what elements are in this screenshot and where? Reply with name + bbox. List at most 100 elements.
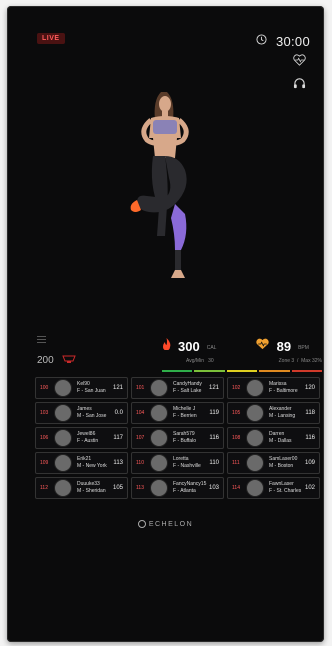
- avatar: [246, 429, 264, 447]
- rider-score: 0.0: [114, 410, 123, 416]
- calorie-metric: 300 CAL Avg/Min 30: [162, 337, 216, 364]
- avatar: [54, 454, 72, 472]
- bpm-value: 89: [276, 338, 292, 354]
- avatar: [150, 479, 168, 497]
- rider-location: M - Lansing: [269, 413, 296, 419]
- leaderboard-card[interactable]: 113 FancyNancy15 F - Atlanta 103: [131, 477, 224, 499]
- rider-name: Erik21: [77, 456, 92, 462]
- leaderboard-card[interactable]: 108 Darren M - Dallas 116: [227, 427, 320, 449]
- zone-segment: [259, 370, 290, 372]
- leaderboard-rank: 101: [136, 385, 145, 391]
- rider-info: Jewel86 F - Austin: [77, 431, 113, 445]
- rider-score: 120: [304, 385, 315, 391]
- leaderboard-rank: 102: [232, 385, 241, 391]
- leaderboard-rank: 109: [40, 460, 49, 466]
- rider-info: CandyHandy F - Salt Lake: [173, 381, 209, 395]
- leaderboard-card[interactable]: 103 James M - San Jose 0.0: [35, 402, 128, 424]
- rider-info: Darren M - Dallas: [269, 431, 305, 445]
- rider-score: 119: [209, 410, 219, 416]
- rider-score: 105: [112, 485, 123, 491]
- rider-name: SamLaser00: [269, 456, 298, 462]
- calorie-unit: CAL: [206, 345, 217, 351]
- rider-name: James: [77, 406, 92, 412]
- leaderboard-rank: 104: [136, 410, 145, 416]
- rider-name: Alexander: [269, 406, 292, 412]
- rider-name: Duuuke33: [77, 481, 100, 487]
- clock-icon: [256, 32, 267, 50]
- leaderboard-card[interactable]: 101 CandyHandy F - Salt Lake 121: [131, 377, 224, 399]
- rider-name: Sarah579: [173, 431, 195, 437]
- rider-info: FawnLaser F - St. Charles: [269, 481, 305, 495]
- rider-name: Marissa: [269, 381, 287, 387]
- rider-info: FancyNancy15 F - Atlanta: [173, 481, 209, 495]
- leaderboard-rank: 113: [136, 485, 144, 491]
- rider-location: F - Nashville: [173, 463, 201, 469]
- leaderboard-rank: 111: [232, 460, 240, 466]
- avatar: [246, 379, 264, 397]
- leaderboard-card[interactable]: 111 SamLaser00 M - Boston 109: [227, 452, 320, 474]
- rider-name: Michelle J: [173, 406, 196, 412]
- leaderboard-card[interactable]: 107 Sarah579 F - Buffalo 116: [131, 427, 224, 449]
- rider-info: Marissa F - Baltimore: [269, 381, 305, 395]
- leaderboard-rank: 114: [232, 485, 240, 491]
- leaderboard-card[interactable]: 100 Kel90 F - San Juan 121: [35, 377, 128, 399]
- rider-name: CandyHandy: [173, 381, 202, 387]
- avatar: [54, 429, 72, 447]
- rank-panel: 200: [37, 336, 76, 369]
- zone-segment: [162, 370, 193, 372]
- rider-score: 121: [112, 385, 123, 391]
- zone-segment: [226, 370, 258, 372]
- leaderboard-card[interactable]: 105 Alexander M - Lansing 118: [227, 402, 320, 424]
- heart-rate-metric: 89 BPM Zone 3 / Max 32%: [255, 337, 322, 364]
- rider-score: 109: [304, 460, 315, 466]
- avatar: [246, 404, 264, 422]
- rider-location: M - San Jose: [77, 413, 107, 419]
- leaderboard-card[interactable]: 109 Erik21 M - New York 113: [35, 452, 128, 474]
- heart-rate-sub: Zone 3 / Max 32%: [278, 358, 322, 364]
- heartbeat-icon[interactable]: [290, 53, 308, 67]
- leaderboard-card[interactable]: 114 FawnLaser F - St. Charles 102: [227, 477, 320, 499]
- leaderboard-card[interactable]: 106 Jewel86 F - Austin 117: [35, 427, 128, 449]
- rider-info: Kel90 F - San Juan: [77, 381, 113, 395]
- flame-icon: [162, 337, 171, 355]
- rider-info: Loretta F - Nashville: [173, 456, 209, 470]
- avatar: [150, 454, 168, 472]
- leaderboard-card[interactable]: 102 Marissa F - Baltimore 120: [227, 377, 320, 399]
- rider-score: 117: [113, 435, 123, 441]
- leaderboard-card[interactable]: 112 Duuuke33 M - Sheridan 105: [35, 477, 128, 499]
- workout-timer: 30:00: [256, 32, 310, 50]
- leaderboard: 100 Kel90 F - San Juan 121 101 CandyHandy F - …: [35, 377, 321, 499]
- rider-score: 121: [208, 385, 219, 391]
- leaderboard-rank: 100: [40, 385, 49, 391]
- rider-score: 118: [305, 410, 315, 416]
- brand-name: ECHELON: [148, 520, 194, 528]
- zone-segment: [291, 370, 323, 372]
- live-badge: LIVE: [37, 33, 65, 44]
- menu-icon[interactable]: [37, 336, 46, 343]
- rider-location: F - St. Charles: [269, 488, 302, 494]
- rider-info: Michelle JF - Berrien: [173, 406, 209, 420]
- rider-name: FawnLaser: [269, 481, 294, 487]
- rider-score: 102: [304, 485, 315, 491]
- timer-value: 30:00: [275, 33, 310, 49]
- rider-info: Duuuke33 M - Sheridan: [77, 481, 113, 495]
- leaderboard-rank: 103: [40, 410, 49, 416]
- rider-name: Loretta: [173, 456, 189, 462]
- avatar: [54, 479, 72, 497]
- zone-segment: [194, 370, 225, 372]
- rider-location: F - Baltimore: [269, 388, 298, 394]
- leaderboard-rank: 108: [232, 435, 241, 441]
- headphones-icon[interactable]: [290, 76, 308, 90]
- mirror-display: LIVE 30:00 200 300 CAL Avg/Min 30 89 BPM…: [7, 6, 324, 642]
- leaderboard-card[interactable]: 104 Michelle JF - Berrien 119: [131, 402, 224, 424]
- rider-name: Kel90: [77, 381, 90, 387]
- rider-name: Darren: [269, 431, 285, 437]
- rider-name: FancyNancy15: [173, 481, 207, 487]
- heart-zone-bar: [162, 370, 323, 372]
- rider-score: 116: [305, 435, 315, 441]
- instructor-figure: [130, 92, 189, 278]
- rider-location: M - Boston: [269, 463, 294, 469]
- leaderboard-card[interactable]: 110 Loretta F - Nashville 110: [131, 452, 224, 474]
- rider-location: M - New York: [77, 463, 107, 469]
- avatar: [246, 479, 264, 497]
